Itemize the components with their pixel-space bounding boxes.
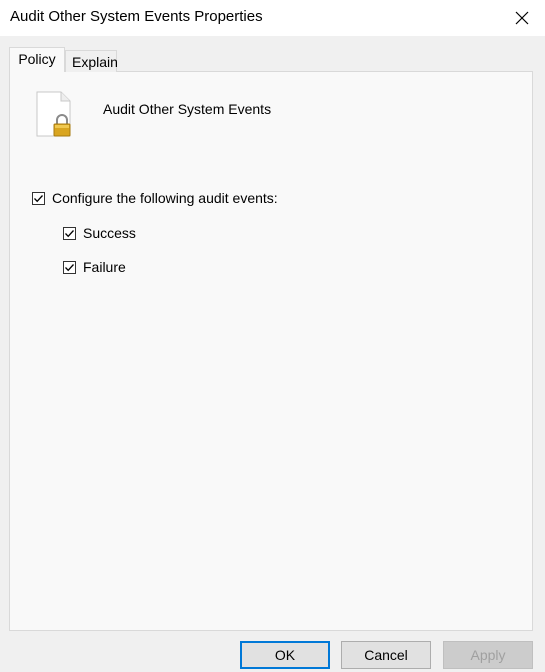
policy-tab-panel: Audit Other System Events Configure the …: [9, 71, 533, 631]
title-bar: Audit Other System Events Properties: [0, 0, 545, 36]
success-checkbox[interactable]: [63, 226, 76, 240]
tab-policy[interactable]: Policy: [9, 47, 65, 72]
apply-button[interactable]: Apply: [443, 641, 533, 669]
close-button[interactable]: [499, 0, 545, 36]
checkmark-icon: [34, 194, 43, 202]
checkmark-icon: [65, 263, 74, 271]
cancel-button[interactable]: Cancel: [341, 641, 431, 669]
ok-button[interactable]: OK: [240, 641, 330, 669]
configure-audit-checkbox-row[interactable]: Configure the following audit events:: [32, 190, 278, 206]
close-icon: [515, 11, 529, 25]
failure-label: Failure: [83, 259, 126, 275]
configure-audit-label: Configure the following audit events:: [52, 190, 278, 206]
checkmark-icon: [65, 229, 74, 237]
failure-checkbox[interactable]: [63, 260, 76, 274]
failure-checkbox-row[interactable]: Failure: [63, 259, 126, 275]
policy-name: Audit Other System Events: [103, 101, 272, 117]
success-label: Success: [83, 225, 136, 241]
tab-explain[interactable]: Explain: [65, 50, 118, 72]
properties-dialog: Audit Other System Events Properties Pol…: [0, 0, 545, 672]
success-checkbox-row[interactable]: Success: [63, 225, 136, 241]
configure-audit-checkbox[interactable]: [32, 191, 45, 205]
window-title: Audit Other System Events Properties: [10, 8, 263, 25]
document-lock-icon: [35, 91, 75, 137]
